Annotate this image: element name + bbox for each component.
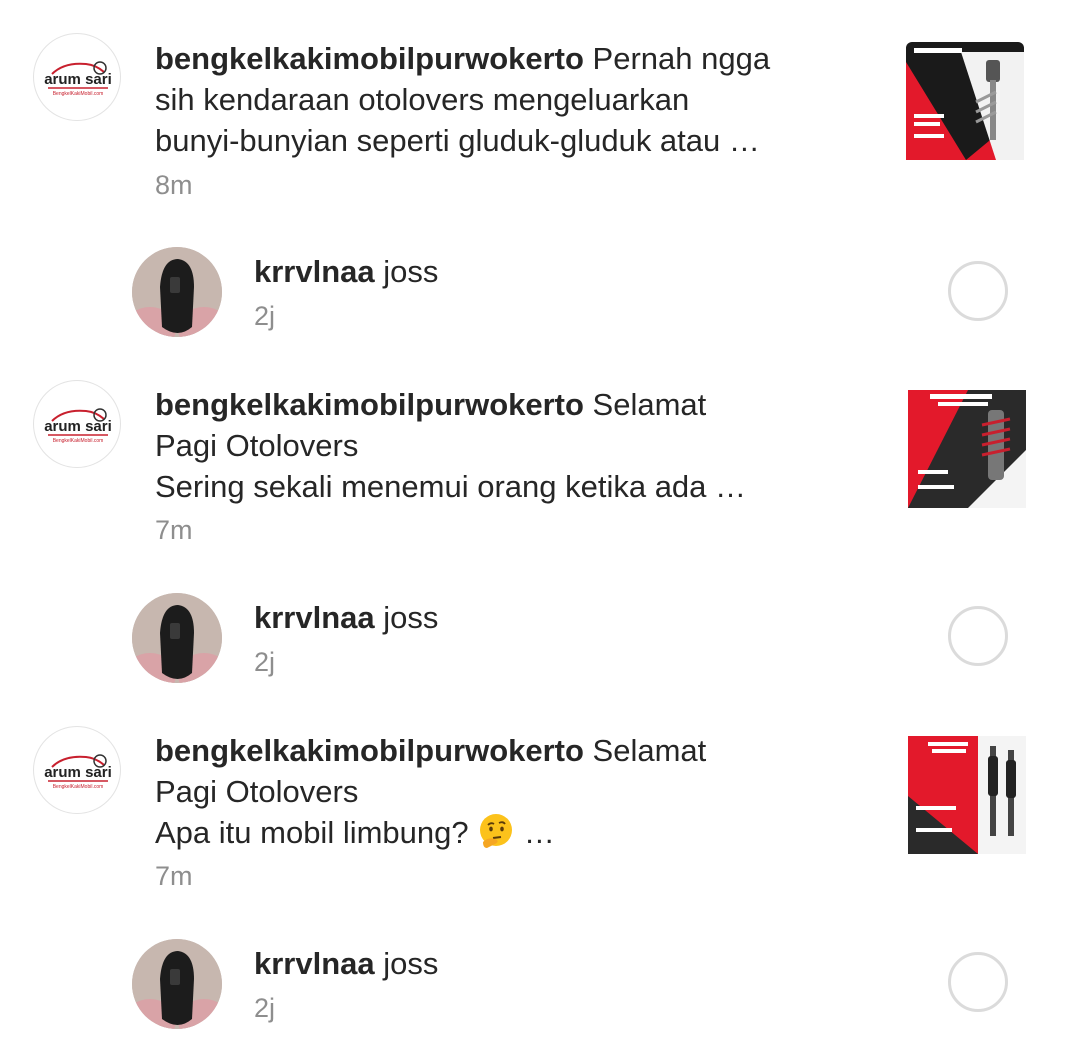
username[interactable]: bengkelkakimobilpurwokerto <box>155 41 584 76</box>
select-circle[interactable] <box>948 606 1008 666</box>
comment-body: joss <box>374 600 439 635</box>
notification-row[interactable]: arum sari BengkelKakiMobil.com bengkelka… <box>0 696 1079 911</box>
arum-sari-logo-avatar[interactable]: arum sari BengkelKakiMobil.com <box>33 380 121 468</box>
caption-line: bunyi-bunyian seperti gluduk-gluduk atau… <box>155 123 760 158</box>
notification-row[interactable]: arum sari BengkelKakiMobil.com bengkelka… <box>0 350 1079 565</box>
thinking-face-icon <box>480 814 513 848</box>
notification-text: bengkelkakimobilpurwokerto Selamat Pagi … <box>155 730 706 853</box>
comment-text: krrvlnaa joss <box>254 597 438 638</box>
comment-row[interactable]: krrvlnaa joss 2j <box>0 230 1079 350</box>
notification-text: bengkelkakimobilpurwokerto Selamat Pagi … <box>155 384 746 507</box>
arum-sari-logo-avatar[interactable]: arum sari BengkelKakiMobil.com <box>33 726 121 814</box>
select-circle[interactable] <box>948 261 1008 321</box>
logo-subtext: BengkelKakiMobil.com <box>53 91 104 97</box>
comment-text: krrvlnaa joss <box>254 251 438 292</box>
caption-line: sih kendaraan otolovers mengeluarkan <box>155 82 690 117</box>
caption-line: Apa itu mobil limbung? <box>155 815 478 850</box>
timestamp: 7m <box>155 861 193 891</box>
username[interactable]: krrvlnaa <box>254 254 375 289</box>
caption-line: Selamat <box>583 387 707 422</box>
username[interactable]: krrvlnaa <box>254 946 375 981</box>
caption-line: Pernah ngga <box>583 41 771 76</box>
mobil-limbung-promo-thumbnail[interactable] <box>908 736 1026 854</box>
arum-sari-logo-avatar[interactable]: arum sari BengkelKakiMobil.com <box>33 33 121 121</box>
suspension-promo-thumbnail[interactable] <box>908 390 1026 508</box>
select-circle[interactable] <box>948 952 1008 1012</box>
caption-line: Sering sekali menemui orang ketika ada … <box>155 469 747 504</box>
comment-body: joss <box>374 946 439 981</box>
user-photo-avatar[interactable] <box>132 939 222 1029</box>
caption-line: Pagi Otolovers <box>155 774 359 809</box>
timestamp: 7m <box>155 515 193 545</box>
comment-row[interactable]: krrvlnaa joss 2j <box>0 576 1079 696</box>
username[interactable]: krrvlnaa <box>254 600 375 635</box>
comment-body: joss <box>374 254 439 289</box>
timestamp: 2j <box>254 301 276 331</box>
notification-text: bengkelkakimobilpurwokerto Pernah ngga s… <box>155 38 770 161</box>
logo-text: arum sari <box>44 418 112 435</box>
shock-absorber-promo-thumbnail[interactable] <box>906 42 1024 160</box>
timestamp: 8m <box>155 170 193 200</box>
logo-subtext: BengkelKakiMobil.com <box>53 784 104 790</box>
logo-text: arum sari <box>44 764 112 781</box>
logo-subtext: BengkelKakiMobil.com <box>53 438 104 444</box>
user-photo-avatar[interactable] <box>132 247 222 337</box>
user-photo-avatar[interactable] <box>132 593 222 683</box>
caption-line: Selamat <box>583 733 707 768</box>
notification-row[interactable]: arum sari BengkelKakiMobil.com bengkelka… <box>0 0 1079 215</box>
comment-text: krrvlnaa joss <box>254 943 438 984</box>
comment-row[interactable]: krrvlnaa joss 2j <box>0 922 1079 1042</box>
caption-line: Pagi Otolovers <box>155 428 359 463</box>
username[interactable]: bengkelkakimobilpurwokerto <box>155 387 584 422</box>
caption-ellipsis: … <box>515 815 555 850</box>
username[interactable]: bengkelkakimobilpurwokerto <box>155 733 584 768</box>
timestamp: 2j <box>254 993 276 1023</box>
timestamp: 2j <box>254 647 276 677</box>
logo-text: arum sari <box>44 71 112 88</box>
